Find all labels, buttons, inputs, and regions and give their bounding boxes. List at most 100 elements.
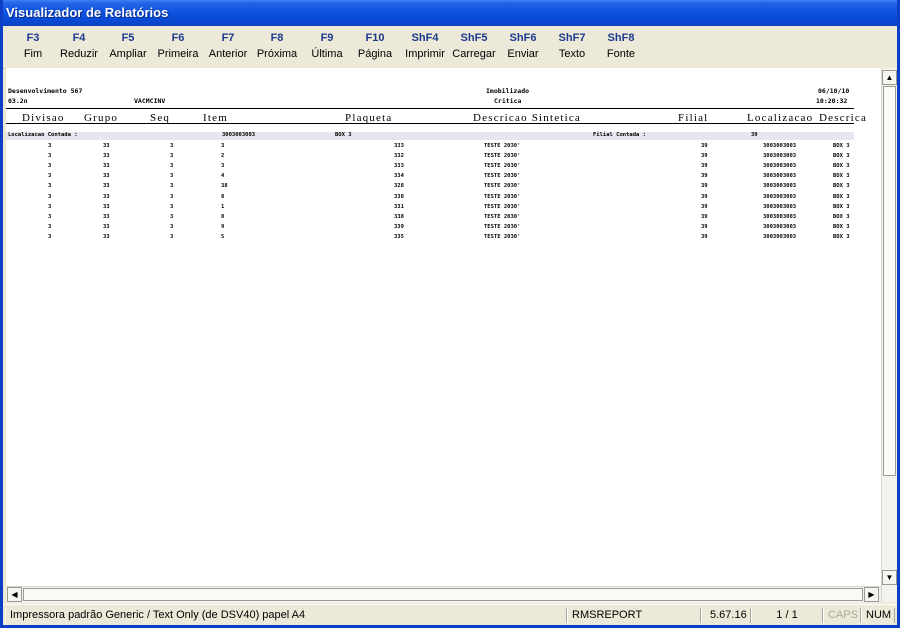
cell-seq: 3 [170, 213, 174, 220]
cell-descricao: TESTE 2030' [484, 183, 521, 190]
cell-seq: 3 [170, 193, 174, 200]
toolbar-button-fim[interactable]: F3 Fim [9, 26, 57, 68]
cell-item: 4 [221, 173, 225, 180]
scroll-up-arrow-icon[interactable]: ▲ [882, 70, 897, 85]
cell-localizacao: 3003003003 [763, 203, 797, 210]
status-num: NUM [861, 608, 895, 623]
toolbar-button-fonte[interactable]: ShF8 Fonte [597, 26, 645, 68]
cell-item: 5 [221, 233, 225, 240]
vertical-scrollbar[interactable]: ▲ ▼ [881, 68, 897, 602]
scroll-right-arrow-icon[interactable]: ▶ [864, 587, 879, 602]
cell-seq: 3 [170, 163, 174, 170]
function-key-toolbar: F3 Fim F4 Reduzir F5 Ampliar F6 Primeira F7 A… [3, 26, 897, 69]
cell-plaqueta: 331 [394, 203, 404, 210]
toolbar-label: Última [311, 48, 343, 60]
cell-descricao: TESTE 2030' [484, 213, 521, 220]
cell-seq: 3 [170, 143, 174, 149]
toolbar-label: Página [357, 48, 393, 60]
cell-localizacao: 3003003003 [763, 163, 797, 170]
cell-plaqueta: 335 [394, 233, 404, 240]
toolbar-key: F7 [221, 32, 235, 44]
toolbar-key: F8 [270, 32, 284, 44]
title-bar[interactable]: Visualizador de Relatórios [3, 0, 897, 26]
horizontal-scrollbar[interactable]: ◀ ▶ [6, 586, 881, 603]
vertical-scroll-thumb[interactable] [883, 86, 896, 476]
cell-plaqueta: 328 [394, 183, 404, 190]
cell-filial: 39 [701, 193, 708, 200]
cell-grupo: 33 [103, 143, 110, 149]
scroll-down-arrow-icon[interactable]: ▼ [882, 570, 897, 585]
cell-filial: 39 [701, 173, 708, 180]
cell-grupo: 33 [103, 183, 110, 190]
cell-grupo: 33 [103, 203, 110, 210]
window-title: Visualizador de Relatórios [6, 5, 169, 20]
toolbar-button-anterior[interactable]: F7 Anterior [204, 26, 252, 68]
cell-descricao: TESTE 2030' [484, 223, 521, 230]
report-program: VACMCINV [134, 97, 166, 105]
cell-descricao: TESTE 2030' [484, 233, 521, 240]
cell-grupo: 33 [103, 193, 110, 200]
cell-seq: 3 [170, 183, 174, 190]
report-page[interactable]: Desenvolvimento 567 03.2n VACMCINV Imobi… [6, 68, 881, 586]
scroll-left-arrow-icon[interactable]: ◀ [7, 587, 22, 602]
toolbar-button-ampliar[interactable]: F5 Ampliar [104, 26, 152, 68]
cell-localizacao: 3003003003 [763, 233, 797, 240]
cell-plaqueta: 332 [394, 153, 404, 160]
toolbar-button-texto[interactable]: ShF7 Texto [548, 26, 596, 68]
cell-grupo: 33 [103, 173, 110, 180]
toolbar-button-enviar[interactable]: ShF6 Enviar [499, 26, 547, 68]
cell-grupo: 33 [103, 153, 110, 160]
cell-grupo: 33 [103, 163, 110, 170]
toolbar-label: Próxima [256, 48, 298, 60]
cell-descricao-2: BOX 3 [833, 233, 850, 240]
toolbar-label: Fonte [606, 48, 636, 60]
toolbar-key: ShF8 [607, 32, 635, 44]
cell-item: 3 [221, 143, 225, 149]
cell-divisao: 3 [48, 223, 52, 230]
cell-descricao: TESTE 2030' [484, 173, 521, 180]
toolbar-button-proxima[interactable]: F8 Próxima [253, 26, 301, 68]
cell-grupo: 33 [103, 223, 110, 230]
status-caps: CAPS [823, 608, 861, 623]
toolbar-label: Fim [23, 48, 43, 60]
toolbar-key: ShF4 [411, 32, 439, 44]
cell-item: 2 [221, 153, 225, 160]
cell-grupo: 33 [103, 213, 110, 220]
cell-filial: 39 [701, 143, 708, 149]
report-date: 06/10/10 [818, 87, 850, 95]
toolbar-label: Texto [558, 48, 586, 60]
toolbar-key: F4 [72, 32, 86, 44]
toolbar-key: F5 [121, 32, 135, 44]
cell-localizacao: 3003003003 [763, 153, 797, 160]
toolbar-key: F6 [171, 32, 185, 44]
cell-divisao: 3 [48, 163, 52, 170]
cell-divisao: 3 [48, 193, 52, 200]
cell-item: 3 [221, 163, 225, 170]
toolbar-button-primeira[interactable]: F6 Primeira [154, 26, 202, 68]
cell-filial: 39 [701, 213, 708, 220]
cell-descricao-2: BOX 3 [833, 163, 850, 170]
toolbar-button-pagina[interactable]: F10 Página [351, 26, 399, 68]
cell-plaqueta: 338 [394, 193, 404, 200]
group-filial-value: 39 [751, 132, 758, 138]
toolbar-button-imprimir[interactable]: ShF4 Imprimir [401, 26, 449, 68]
group-box: BOX 3 [335, 132, 352, 138]
cell-descricao-2: BOX 3 [833, 193, 850, 200]
cell-seq: 3 [170, 203, 174, 210]
toolbar-button-ultima[interactable]: F9 Última [303, 26, 351, 68]
cell-descricao-2: BOX 3 [833, 223, 850, 230]
cell-plaqueta: 333 [394, 163, 404, 170]
cell-item: 38 [221, 183, 228, 190]
cell-plaqueta: 339 [394, 223, 404, 230]
cell-filial: 39 [701, 153, 708, 160]
cell-item: 9 [221, 223, 225, 230]
header-bottom-rule [6, 123, 854, 124]
horizontal-scroll-thumb[interactable] [23, 588, 863, 601]
toolbar-key: F3 [26, 32, 40, 44]
toolbar-button-reduzir[interactable]: F4 Reduzir [55, 26, 103, 68]
group-filial-label: Filial Contada : [593, 132, 646, 138]
toolbar-key: F10 [365, 32, 385, 44]
toolbar-key: ShF7 [558, 32, 586, 44]
cell-seq: 3 [170, 223, 174, 230]
toolbar-button-carregar[interactable]: ShF5 Carregar [450, 26, 498, 68]
